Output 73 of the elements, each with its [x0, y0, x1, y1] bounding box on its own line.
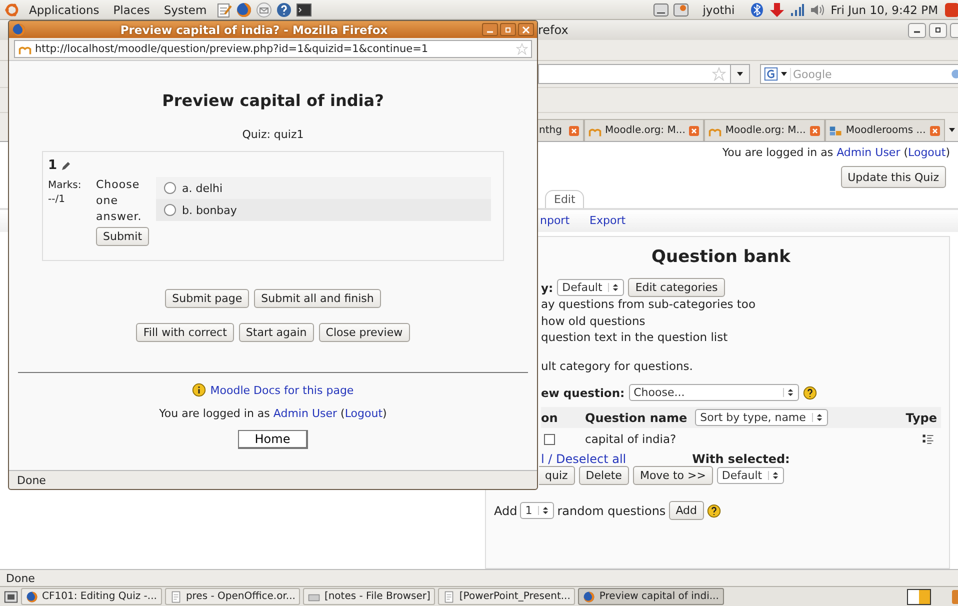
panel-menu[interactable]: System: [158, 2, 212, 16]
sort-select[interactable]: Sort by type, name: [695, 409, 828, 426]
login-status: You are logged in as Admin User (Logout): [159, 407, 387, 420]
column-header: Question name: [585, 410, 688, 424]
column-header: Type: [906, 410, 937, 424]
update-quiz-button[interactable]: Update this Quiz: [840, 166, 946, 188]
user-link[interactable]: Admin User: [836, 146, 900, 159]
docs-link[interactable]: Moodle Docs for this page: [210, 384, 354, 396]
add-button[interactable]: Add: [668, 501, 704, 520]
home-button[interactable]: Home: [238, 430, 308, 449]
action-button[interactable]: quiz: [539, 466, 575, 485]
browser-tab[interactable]: Moodle.org: M...: [704, 119, 825, 141]
browser-tab[interactable]: nthg: [538, 119, 584, 141]
edit-categories-button[interactable]: Edit categories: [628, 278, 725, 297]
category-label: y:: [541, 280, 554, 294]
answer-option[interactable]: b. bonbay: [156, 199, 491, 221]
option-label: ay questions from sub-categories too: [541, 296, 757, 312]
section-title: Question bank: [650, 247, 792, 267]
taskbar-button[interactable]: [notes - File Browser]: [303, 588, 436, 605]
question-type-select[interactable]: Choose...: [628, 384, 799, 401]
answer-label: a. delhi: [182, 182, 223, 194]
quiz-name: Quiz: quiz1: [242, 128, 304, 141]
create-label: ew question:: [541, 386, 625, 400]
category-select[interactable]: Default: [557, 279, 624, 296]
taskbar-button[interactable]: Preview capital of indi...: [578, 588, 724, 605]
taskbar-button[interactable]: CF101: Editing Quiz -...: [21, 588, 162, 605]
action-button[interactable]: Close preview: [318, 323, 410, 342]
user-link[interactable]: Admin User: [273, 407, 338, 420]
page-link[interactable]: nport: [540, 214, 570, 232]
page-heading: Preview capital of india?: [162, 91, 384, 110]
status-text: Done: [17, 474, 46, 486]
column-header: on: [541, 410, 559, 424]
clock[interactable]: Fri Jun 10, 9:42 PM: [828, 2, 940, 16]
action-button[interactable]: Delete: [578, 466, 629, 485]
marks-value: --/1: [48, 193, 66, 207]
with-selected-label: With selected:: [692, 452, 790, 466]
action-button[interactable]: Submit all and finish: [254, 289, 381, 308]
taskbar-button[interactable]: pres - OpenOffice.or...: [164, 588, 300, 605]
marks-label: Marks:: [48, 179, 82, 193]
question-name: capital of india?: [585, 432, 676, 446]
option-label: question text in the question list: [541, 329, 729, 346]
random-questions-label: random questions: [557, 504, 666, 518]
user-name[interactable]: jyothi: [692, 2, 745, 16]
action-button[interactable]: Start again: [238, 323, 314, 342]
taskbar-button[interactable]: [PowerPoint_Present...: [438, 588, 576, 605]
address-field[interactable]: http://localhost/moodle/question/preview.php?id=1&quizid=1&continue=1: [14, 40, 532, 58]
browser-tab[interactable]: Moodlerooms ...: [824, 119, 945, 141]
target-category-select[interactable]: Default: [716, 467, 784, 484]
option-label: how old questions: [541, 312, 646, 329]
add-label: Add: [494, 504, 518, 518]
count-select[interactable]: 1: [520, 502, 554, 519]
action-button[interactable]: Submit page: [165, 289, 250, 308]
question-number: 1: [48, 158, 58, 173]
login-status: You are logged in as Admin User (Logout): [722, 146, 950, 161]
window-title: Preview capital of india? - Mozilla Firefox: [119, 22, 389, 36]
browser-tab[interactable]: Moodle.org: M...: [584, 119, 704, 141]
page-tab[interactable]: Edit: [545, 190, 584, 208]
answer-option[interactable]: a. delhi: [156, 177, 491, 199]
action-button[interactable]: Fill with correct: [136, 323, 234, 342]
select-links[interactable]: l / Deselect all: [541, 452, 626, 466]
page-link[interactable]: Export: [590, 214, 626, 232]
action-button[interactable]: Move to >>: [632, 466, 713, 485]
answer-label: b. bonbay: [182, 204, 237, 216]
window-title: refox: [538, 23, 568, 37]
logout-link[interactable]: Logout: [908, 146, 946, 159]
question-prompt: Choose one answer.: [96, 177, 143, 225]
submit-button[interactable]: Submit: [96, 227, 150, 246]
default-note: ult category for questions.: [541, 358, 694, 374]
status-text: Done: [6, 572, 35, 584]
panel-menu[interactable]: Applications: [24, 2, 104, 16]
search-field[interactable]: Google: [760, 64, 958, 84]
logout-link[interactable]: Logout: [344, 407, 383, 420]
panel-menu[interactable]: Places: [108, 2, 155, 16]
